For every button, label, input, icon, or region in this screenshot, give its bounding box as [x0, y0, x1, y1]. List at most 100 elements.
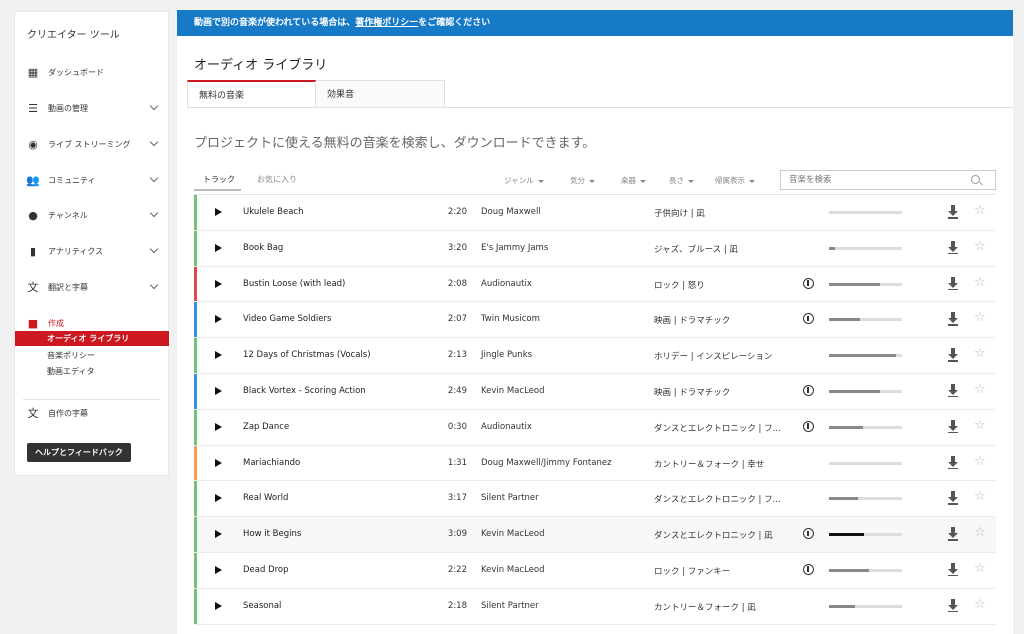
attribution-required-icon[interactable] — [803, 384, 814, 396]
play-icon[interactable] — [215, 351, 222, 360]
play-icon[interactable] — [215, 386, 222, 395]
track-title: Dead Drop — [243, 564, 289, 575]
star-icon[interactable]: ☆ — [974, 490, 986, 504]
sidebar-item-analytics[interactable]: ▮ アナリティクス — [15, 239, 168, 263]
sidebar-item-channel[interactable]: ● チャンネル — [15, 203, 168, 227]
filter-tab-tracks[interactable]: トラック — [203, 174, 235, 185]
play-icon[interactable] — [215, 422, 222, 431]
track-row[interactable]: Dead Drop 2:22 Kevin MacLeod ロック | ファンキー… — [194, 552, 996, 589]
sidebar-item-dashboard[interactable]: ▦ ダッシュボード — [15, 60, 168, 84]
attribution-required-icon[interactable] — [803, 313, 814, 325]
track-genre-mood: ダンスとエレクトロニック | フ... — [654, 495, 781, 506]
attribution-dropdown-label: 帰属表示 — [715, 176, 745, 185]
play-icon[interactable] — [215, 243, 222, 252]
play-icon[interactable] — [215, 315, 222, 324]
attribution-required-icon[interactable] — [803, 528, 814, 540]
play-icon[interactable] — [215, 601, 222, 610]
star-icon[interactable]: ☆ — [974, 561, 986, 576]
star-icon[interactable]: ☆ — [974, 597, 986, 612]
genre-color-bar — [194, 445, 197, 481]
music-search-input[interactable] — [780, 170, 996, 190]
attribution-required-icon[interactable] — [803, 420, 814, 432]
track-artist[interactable]: Jingle Punks — [481, 350, 532, 360]
channel-icon: ● — [28, 208, 38, 222]
play-icon[interactable] — [215, 565, 222, 574]
instrument-dropdown[interactable]: 楽器 — [621, 175, 646, 186]
sidebar-item-video-manager[interactable]: ☰ 動画の管理 — [15, 96, 168, 120]
track-artist[interactable]: Doug Maxwell/Jimmy Fontanez — [481, 458, 612, 468]
tab-free-music[interactable]: 無料の音楽 — [187, 80, 316, 108]
track-artist[interactable]: Kevin MacLeod — [481, 529, 545, 539]
search-icon[interactable] — [971, 175, 980, 184]
track-genre-mood: 子供向け | 凪 — [654, 209, 705, 219]
copyright-policy-link[interactable]: 著作権ポリシー — [355, 18, 418, 28]
tab-sound-effects[interactable]: 効果音 — [316, 80, 445, 108]
track-row[interactable]: Bustin Loose (with lead) 2:08 Audionauti… — [194, 266, 996, 303]
track-artist[interactable]: Doug Maxwell — [481, 207, 541, 217]
track-artist[interactable]: Audionautix — [481, 422, 532, 432]
track-artist[interactable]: Silent Partner — [481, 493, 539, 503]
caret-down-icon — [537, 179, 544, 183]
sidebar-item-label: 動画の管理 — [48, 103, 88, 113]
sidebar-subitem-video-editor[interactable]: 動画エディタ — [15, 364, 168, 379]
play-icon[interactable] — [215, 458, 222, 467]
track-row[interactable]: Video Game Soldiers 2:07 Twin Musicom 映画… — [194, 302, 996, 339]
attribution-required-icon[interactable] — [803, 563, 814, 575]
filter-tab-favorites[interactable]: お気に入り — [257, 174, 297, 185]
attribution-dropdown[interactable]: 帰属表示 — [715, 175, 755, 186]
sidebar-item-label: 作成 — [48, 318, 64, 328]
track-artist[interactable]: E's Jammy Jams — [481, 243, 548, 253]
track-artist[interactable]: Kevin MacLeod — [481, 565, 545, 575]
star-icon[interactable]: ☆ — [974, 311, 986, 325]
help-feedback-button[interactable]: ヘルプとフィードバック — [27, 443, 131, 462]
play-icon[interactable] — [215, 494, 222, 503]
genre-dropdown[interactable]: ジャンル — [504, 175, 544, 186]
track-title: 12 Days of Christmas (Vocals) — [243, 350, 371, 361]
analytics-icon: ▮ — [29, 244, 37, 258]
track-artist[interactable]: Twin Musicom — [481, 314, 540, 324]
star-icon[interactable]: ☆ — [974, 454, 986, 469]
subtitles-icon: 文 — [27, 407, 39, 420]
track-row[interactable]: Book Bag 3:20 E's Jammy Jams ジャズ、ブルース | … — [194, 230, 996, 267]
star-icon[interactable]: ☆ — [974, 275, 986, 290]
star-icon[interactable]: ☆ — [974, 418, 986, 433]
star-icon[interactable]: ☆ — [974, 347, 986, 361]
star-icon[interactable]: ☆ — [974, 239, 986, 254]
track-genre-mood: 映画 | ドラマチック — [654, 387, 731, 398]
track-row[interactable]: Real World 3:17 Silent Partner ダンスとエレクトロ… — [194, 481, 996, 518]
download-icon-base — [948, 288, 958, 291]
track-artist[interactable]: Silent Partner — [481, 601, 539, 611]
track-title: Real World — [243, 493, 289, 504]
sidebar-subitem-music-policy[interactable]: 音楽ポリシー — [15, 348, 168, 363]
track-row[interactable]: How it Begins 3:09 Kevin MacLeod ダンスとエレク… — [194, 517, 996, 553]
track-row[interactable]: Ukulele Beach 2:20 Doug Maxwell 子供向け | 凪… — [194, 195, 996, 231]
star-icon[interactable]: ☆ — [974, 204, 986, 218]
dashboard-icon: ▦ — [27, 65, 39, 79]
popularity-bar — [829, 604, 902, 608]
play-icon[interactable] — [215, 530, 222, 539]
sidebar-item-translate[interactable]: 文 翻訳と字幕 — [15, 275, 168, 299]
track-duration: 3:09 — [447, 529, 467, 540]
track-row[interactable]: Zap Dance 0:30 Audionautix ダンスとエレクトロニック … — [194, 409, 996, 446]
track-row[interactable]: Black Vortex - Scoring Action 2:49 Kevin… — [194, 373, 996, 410]
play-icon[interactable] — [215, 208, 222, 216]
star-icon[interactable]: ☆ — [974, 382, 986, 397]
sidebar-item-live[interactable]: ◉ ライブ ストリーミング — [15, 132, 168, 156]
genre-color-bar — [194, 195, 197, 230]
play-icon[interactable] — [215, 279, 222, 288]
star-icon[interactable]: ☆ — [974, 526, 986, 540]
track-artist[interactable]: Kevin MacLeod — [481, 386, 545, 396]
track-row[interactable]: Seasonal 2:18 Silent Partner カントリー＆フォーク … — [194, 588, 996, 625]
track-artist[interactable]: Audionautix — [481, 279, 532, 289]
sidebar-item-community[interactable]: 👥 コミュニティ — [15, 168, 168, 192]
track-row[interactable]: Mariachiando 1:31 Doug Maxwell/Jimmy Fon… — [194, 445, 996, 482]
mood-dropdown[interactable]: 気分 — [570, 175, 595, 186]
sidebar-subitem-audio-library[interactable]: オーディオ ライブラリ — [15, 331, 169, 346]
track-title: Mariachiando — [243, 457, 301, 468]
attribution-required-icon[interactable] — [803, 277, 814, 289]
sidebar-item-label: 自作の字幕 — [48, 408, 88, 418]
track-row[interactable]: 12 Days of Christmas (Vocals) 2:13 Jingl… — [194, 338, 996, 374]
sidebar-item-own-subtitles[interactable]: 文 自作の字幕 — [15, 401, 168, 425]
download-icon-base — [948, 252, 958, 255]
duration-dropdown[interactable]: 長さ — [669, 175, 694, 186]
